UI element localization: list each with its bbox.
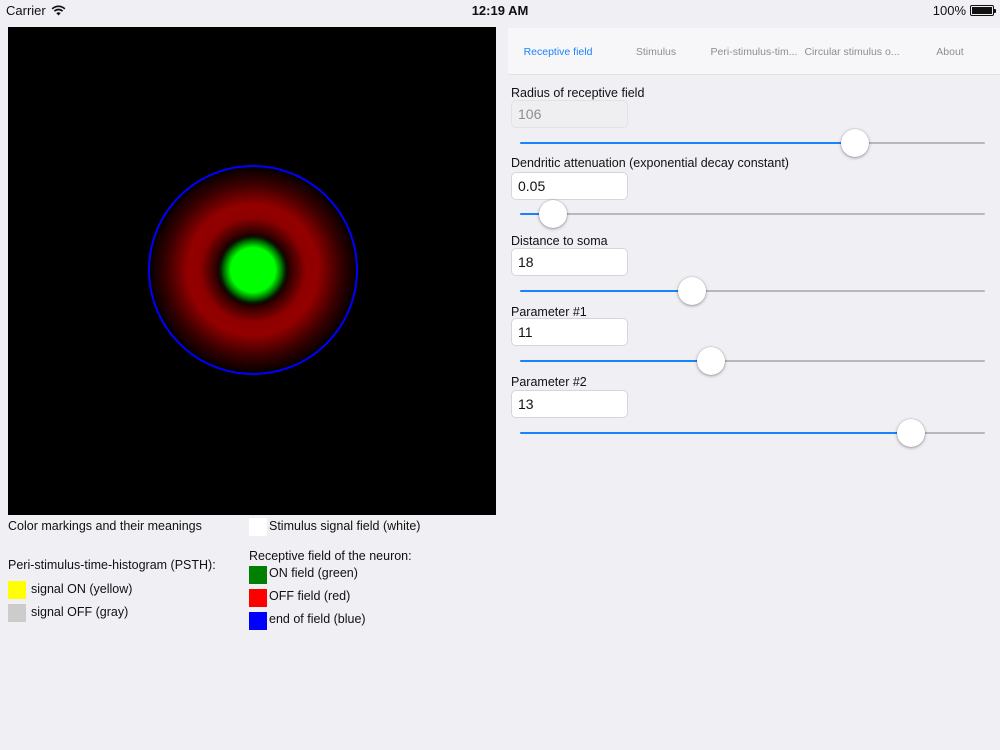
legend-signal-on: signal ON (yellow) [31,582,133,596]
legend-off-field: OFF field (red) [269,589,351,603]
slider-thumb[interactable] [678,277,707,305]
rf-title: Receptive field of the neuron: [249,549,412,563]
legend-end-field: end of field (blue) [269,612,366,626]
param1-label: Parameter #1 [511,305,587,319]
radius-label: Radius of receptive field [511,86,645,100]
on-field-swatch [249,566,267,584]
slider-fill [520,432,911,434]
tab-circular-stimulus[interactable]: Circular stimulus o... [802,46,902,58]
dendritic-slider[interactable] [520,199,985,229]
slider-thumb[interactable] [896,419,925,447]
tab-bar: Receptive field Stimulus Peri-stimulus-t… [508,28,1000,75]
receptive-field-canvas[interactable] [8,27,496,515]
distance-label: Distance to soma [511,234,608,248]
slider-track [520,213,985,215]
psth-title: Peri-stimulus-time-histogram (PSTH): [8,558,216,572]
stimulus-swatch [249,518,267,536]
tab-receptive-field[interactable]: Receptive field [508,46,608,58]
distance-field[interactable] [511,248,628,276]
param1-field[interactable] [511,318,628,346]
off-field-swatch [249,589,267,607]
slider-fill [520,290,693,292]
dendritic-field[interactable] [511,172,628,200]
legend-signal-off: signal OFF (gray) [31,605,129,619]
signal-on-swatch [8,581,26,599]
status-right: 100% [932,3,996,18]
battery-icon [970,5,996,16]
slider-thumb[interactable] [840,129,869,157]
legend-on-field: ON field (green) [269,566,358,580]
slider-fill [520,142,855,144]
legend-stimulus: Stimulus signal field (white) [269,519,421,533]
slider-thumb[interactable] [538,200,567,228]
dendritic-label: Dendritic attenuation (exponential decay… [511,156,789,170]
param2-slider[interactable] [520,418,985,448]
slider-thumb[interactable] [696,347,725,375]
status-bar: Carrier 12:19 AM 100% [0,0,1000,20]
tab-psth[interactable]: Peri-stimulus-tim... [704,46,804,58]
signal-off-swatch [8,604,26,622]
battery-percent: 100% [932,3,966,18]
tab-about[interactable]: About [900,46,1000,58]
radius-slider[interactable] [520,128,985,158]
tab-stimulus[interactable]: Stimulus [606,46,706,58]
param2-label: Parameter #2 [511,375,587,389]
battery-level [972,7,992,14]
legend-title: Color markings and their meanings [8,519,202,533]
distance-slider[interactable] [520,276,985,306]
param1-slider[interactable] [520,346,985,376]
on-field [217,234,289,306]
end-field-swatch [249,612,267,630]
param2-field[interactable] [511,390,628,418]
status-time: 12:19 AM [471,3,529,18]
radius-field [511,100,628,128]
slider-fill [520,360,711,362]
